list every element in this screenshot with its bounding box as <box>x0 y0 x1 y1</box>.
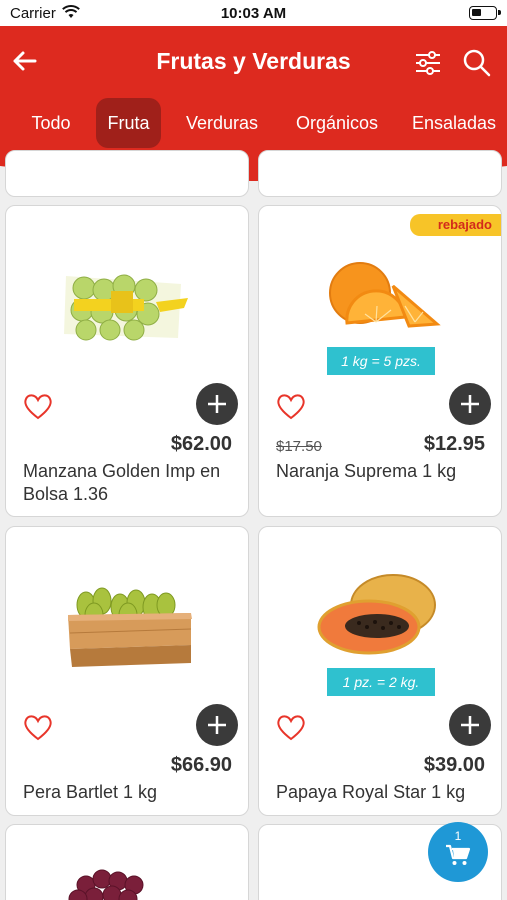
product-card[interactable]: $62.00 Manzana Golden Imp en Bolsa 1.36 <box>5 205 249 517</box>
cart-button[interactable]: 1 <box>428 822 488 882</box>
tab-ensaladas[interactable]: Ensaladas <box>404 98 504 148</box>
tab-organicos[interactable]: Orgánicos <box>286 98 388 148</box>
heart-icon[interactable] <box>275 712 307 742</box>
product-card-partial[interactable] <box>5 150 249 197</box>
product-card[interactable]: rebajado 1 kg = 5 pzs. $17.50 $12.95 Nar… <box>258 205 502 517</box>
heart-icon[interactable] <box>275 391 307 421</box>
product-name: Pera Bartlet 1 kg <box>23 782 158 802</box>
tab-fruta[interactable]: Fruta <box>96 98 161 148</box>
sale-badge: rebajado <box>409 214 501 236</box>
tab-verduras[interactable]: Verduras <box>178 98 266 148</box>
battery-icon <box>469 6 501 20</box>
shopping-cart-icon <box>446 844 471 865</box>
original-price: $17.50 <box>276 438 322 455</box>
product-price: $39.00 <box>423 754 485 776</box>
product-name: Papaya Royal Star 1 kg <box>276 782 466 802</box>
product-price: $66.90 <box>170 754 232 776</box>
add-to-cart-button[interactable] <box>449 383 491 425</box>
heart-icon[interactable] <box>22 391 54 421</box>
apple-bag-image <box>64 274 188 341</box>
grapes-image <box>68 869 144 900</box>
status-bar: Carrier 10:03 AM <box>0 0 507 28</box>
category-tabs: Todo Fruta Verduras Orgánicos Ensaladas <box>0 98 507 148</box>
unit-note: 1 pz. = 2 kg. <box>327 668 435 696</box>
add-to-cart-button[interactable] <box>196 383 238 425</box>
heart-icon[interactable] <box>22 712 54 742</box>
product-name: Manzana Golden Imp en Bolsa 1.36 <box>23 461 221 504</box>
unit-note: 1 kg = 5 pzs. <box>327 347 435 375</box>
add-to-cart-button[interactable] <box>196 704 238 746</box>
product-card-partial[interactable] <box>5 824 249 900</box>
product-card[interactable]: $66.90 Pera Bartlet 1 kg <box>5 526 249 816</box>
pears-crate-image <box>68 587 192 667</box>
filter-sliders-icon[interactable] <box>414 48 442 78</box>
app-screen: Carrier 10:03 AM Frutas y Verduras Todo … <box>0 0 507 900</box>
cart-count: 1 <box>454 829 462 843</box>
product-price: $12.95 <box>423 433 485 455</box>
product-name: Naranja Suprema 1 kg <box>276 461 457 481</box>
add-to-cart-button[interactable] <box>449 704 491 746</box>
search-icon[interactable] <box>462 48 492 78</box>
product-card-partial[interactable] <box>258 150 502 197</box>
tab-todo[interactable]: Todo <box>22 98 80 148</box>
product-price: $62.00 <box>170 433 232 455</box>
clock: 10:03 AM <box>220 5 287 22</box>
product-card[interactable]: 1 pz. = 2 kg. $39.00 Papaya Royal Star 1… <box>258 526 502 816</box>
